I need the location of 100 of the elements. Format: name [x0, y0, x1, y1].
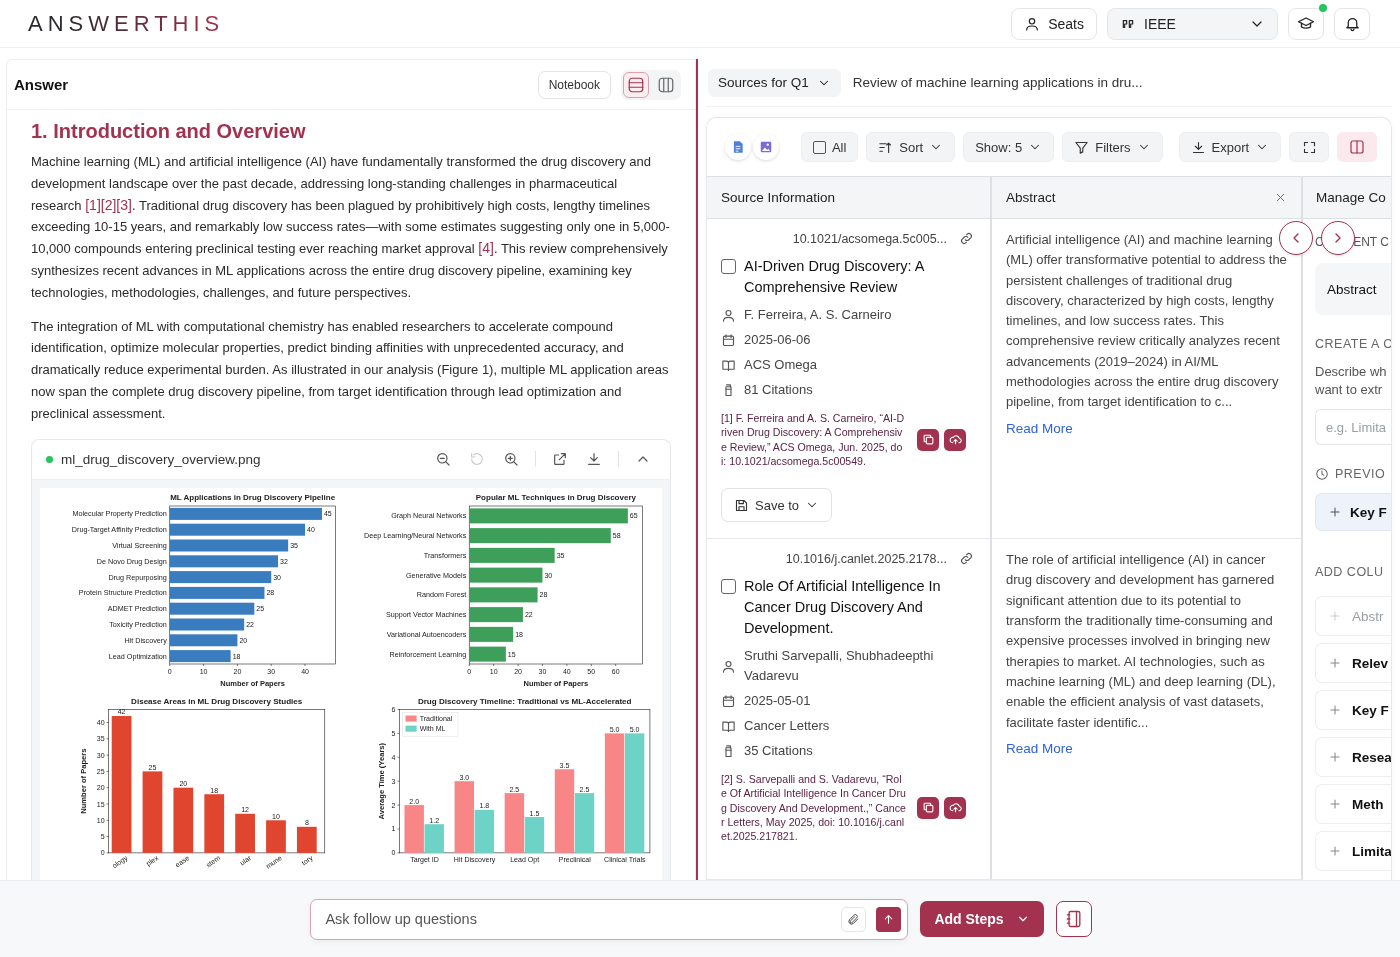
reference-text: [2] S. Sarvepalli and S. Vadarevu, “Role Of Artificial Intelligence In Cancer Drug Discovery And Development.,” Cancer Letters, May 2025, doi: 10.1016/j.canlet.2025.217821. — [721, 772, 906, 844]
zoom-in-icon — [503, 451, 519, 468]
download-icon — [1190, 139, 1206, 155]
send-button[interactable] — [876, 906, 902, 932]
section-label: ADD COLU — [1315, 565, 1385, 579]
column-prompt-field[interactable]: e.g. Limita — [1315, 409, 1391, 445]
follow-up-field[interactable]: Ask follow up questions — [323, 910, 832, 928]
cloud-upload-icon — [948, 801, 962, 815]
sort-button[interactable]: Sort — [866, 132, 956, 162]
download-icon — [586, 451, 602, 468]
select-all-button[interactable]: All — [800, 132, 859, 162]
status-dot — [46, 455, 53, 463]
notifications-button[interactable] — [1334, 7, 1370, 40]
column-title: Abstract — [1006, 190, 1056, 205]
add-column-button[interactable]: Relev — [1315, 643, 1391, 683]
query-select[interactable]: Sources for Q1 — [708, 68, 841, 97]
cloud-upload-button[interactable] — [944, 796, 966, 819]
plus-icon — [1328, 609, 1342, 623]
doi-text: 10.1016/j.canlet.2025.2178... — [785, 551, 947, 566]
citation-link[interactable]: [1] — [85, 196, 101, 213]
chart-title: Disease Areas in ML Drug Discovery Studies — [131, 697, 303, 706]
reference-text: [1] F. Ferreira and A. S. Carneiro, “AI-Driven Drug Discovery: A Comprehensive Review,” ACS Omega, Jun. 2025, doi: 10.1021/acsomega.5c00549. — [721, 411, 906, 469]
next-button[interactable] — [1321, 221, 1355, 255]
notebook-button[interactable]: Notebook — [537, 70, 611, 99]
book-icon — [721, 357, 736, 373]
add-steps-button[interactable]: Add Steps — [920, 901, 1044, 937]
legend-swatch — [405, 715, 417, 722]
calendar-icon — [721, 693, 736, 709]
paragraph: Machine learning (ML) and artificial intelligence (AI) have fundamentally transformed the drug discovery and development landscape over the past decade, addressing long-standing challenges in pharmaceutical research [1][2][3]. Traditional drug discovery has been plagued by prohibitively high costs, lengthy timelines exceeding 10-15 years, and remarkably low success rates—with some estimates suggesting only one in 5,000-10,000 compounds entering preclinical testing ever reaching market approval [4]. This review comprehensively synthesizes recent advances in ML applications across the entire drug discovery pipeline, examining key technologies, methodologies, challenges, and future perspectives. — [31, 153, 671, 302]
close-icon — [1274, 191, 1287, 204]
checkbox[interactable] — [721, 259, 736, 274]
split-view-button[interactable] — [1337, 132, 1377, 162]
plus-icon — [1328, 703, 1342, 717]
plus-icon — [1328, 797, 1342, 811]
source-title: AI-Driven Drug Discovery: A Comprehensive Review — [744, 257, 926, 297]
export-button[interactable]: Export — [1178, 132, 1282, 162]
chart-title: ML Applications in Drug Discovery Pipeline — [170, 492, 336, 502]
paragraph: The integration of ML with computational chemistry has enabled researchers to accelerate compound identification, optimize molecular properties, predict binding affinities with unprecedented accuracy, and dramatically reduce experimental burden. As illustrated in our analysis (Figure 1), multiple ML application areas now span the complete drug discovery pipeline, from target identification through lead optimization and preclinical assessment. — [31, 317, 670, 423]
bar — [469, 646, 506, 662]
chart-title: Drug Discovery Timeline: Traditional vs ML-Accelerated — [417, 697, 632, 706]
bell-icon — [1343, 15, 1361, 32]
publication-date: 2025-05-01 — [744, 692, 811, 711]
citation-link[interactable]: [3] — [116, 196, 132, 213]
description-text: want to extr — [1315, 381, 1384, 399]
checkbox[interactable] — [812, 140, 826, 154]
chart-title: Popular ML Techniques in Drug Discovery — [475, 492, 636, 502]
split-view-icon — [1349, 139, 1366, 155]
filters-button[interactable]: Filters — [1062, 132, 1163, 162]
copy-button[interactable] — [917, 428, 939, 451]
fullscreen-button[interactable] — [1289, 132, 1330, 162]
abstract-text: The role of artificial intelligence (AI) in cancer drug discovery and development has garnered significant attention due to its potential to transform the traditionally time-consuming and expensive processes involved in bringing new therapies to market. AI technologies, such as machine learning (ML) and deep learning (DL), enable the efficient analysis of vast datasets, facilitate faster identific... — [1006, 551, 1277, 732]
add-column-button[interactable]: Meth — [1315, 784, 1391, 824]
save-icon — [734, 497, 749, 513]
bar — [296, 826, 317, 853]
columns-icon — [657, 75, 675, 94]
read-more-link[interactable]: Read More — [1006, 738, 1073, 760]
sort-icon — [878, 139, 894, 155]
section-label: ENT C — [1353, 235, 1389, 249]
learn-button[interactable] — [1288, 7, 1324, 40]
column-chip[interactable]: Abstract — [1315, 263, 1391, 315]
previous-column-button[interactable]: Key F — [1315, 493, 1391, 531]
column-header: Source Information — [707, 177, 992, 219]
add-column-button[interactable]: Limita — [1315, 831, 1391, 871]
person-icon — [721, 307, 736, 323]
citation-style-select[interactable]: IEEE — [1107, 7, 1278, 40]
legend-swatch — [405, 725, 417, 732]
authors: F. Ferreira, A. S. Carneiro — [744, 306, 892, 324]
previous-button[interactable] — [1279, 221, 1313, 255]
expand-icon — [1301, 139, 1317, 155]
seats-button[interactable]: Seats — [1011, 7, 1097, 40]
document-view-button[interactable] — [725, 134, 751, 160]
citation-link[interactable]: [2] — [100, 196, 117, 213]
save-to-button[interactable]: Save to — [721, 488, 833, 523]
cloud-upload-button[interactable] — [944, 428, 966, 451]
zoom-out-icon — [435, 451, 451, 468]
notebook-button[interactable] — [1055, 901, 1092, 937]
column-header: Manage Co — [1303, 177, 1391, 219]
doi-text: 10.1021/acsomega.5c005... — [792, 231, 947, 246]
bar — [469, 586, 538, 602]
show-select[interactable]: Show: 5 — [963, 132, 1055, 162]
bar — [173, 787, 194, 853]
bar — [235, 813, 255, 853]
citation-link[interactable]: [4] — [478, 240, 494, 257]
read-more-link[interactable]: Read More — [1006, 418, 1073, 439]
rows-view-toggle[interactable] — [623, 71, 649, 98]
person-icon — [721, 658, 736, 674]
add-column-button[interactable]: Key F — [1315, 690, 1391, 730]
chat-input-box[interactable]: Ask follow up questions — [310, 898, 909, 940]
add-column-button[interactable]: Resea — [1315, 737, 1391, 777]
journal-name: ACS Omega — [744, 356, 817, 374]
citation-count: 35 Citations — [744, 742, 813, 761]
link-icon — [959, 551, 974, 567]
checkbox[interactable] — [721, 579, 736, 595]
copy-icon — [921, 433, 935, 447]
plus-icon — [1328, 844, 1342, 858]
copy-button[interactable] — [917, 796, 939, 819]
attach-button[interactable] — [841, 906, 867, 932]
image-view-button[interactable] — [752, 134, 779, 160]
query-title: Review of machine learning applications in dru... — [852, 75, 1143, 90]
bar — [169, 633, 238, 646]
